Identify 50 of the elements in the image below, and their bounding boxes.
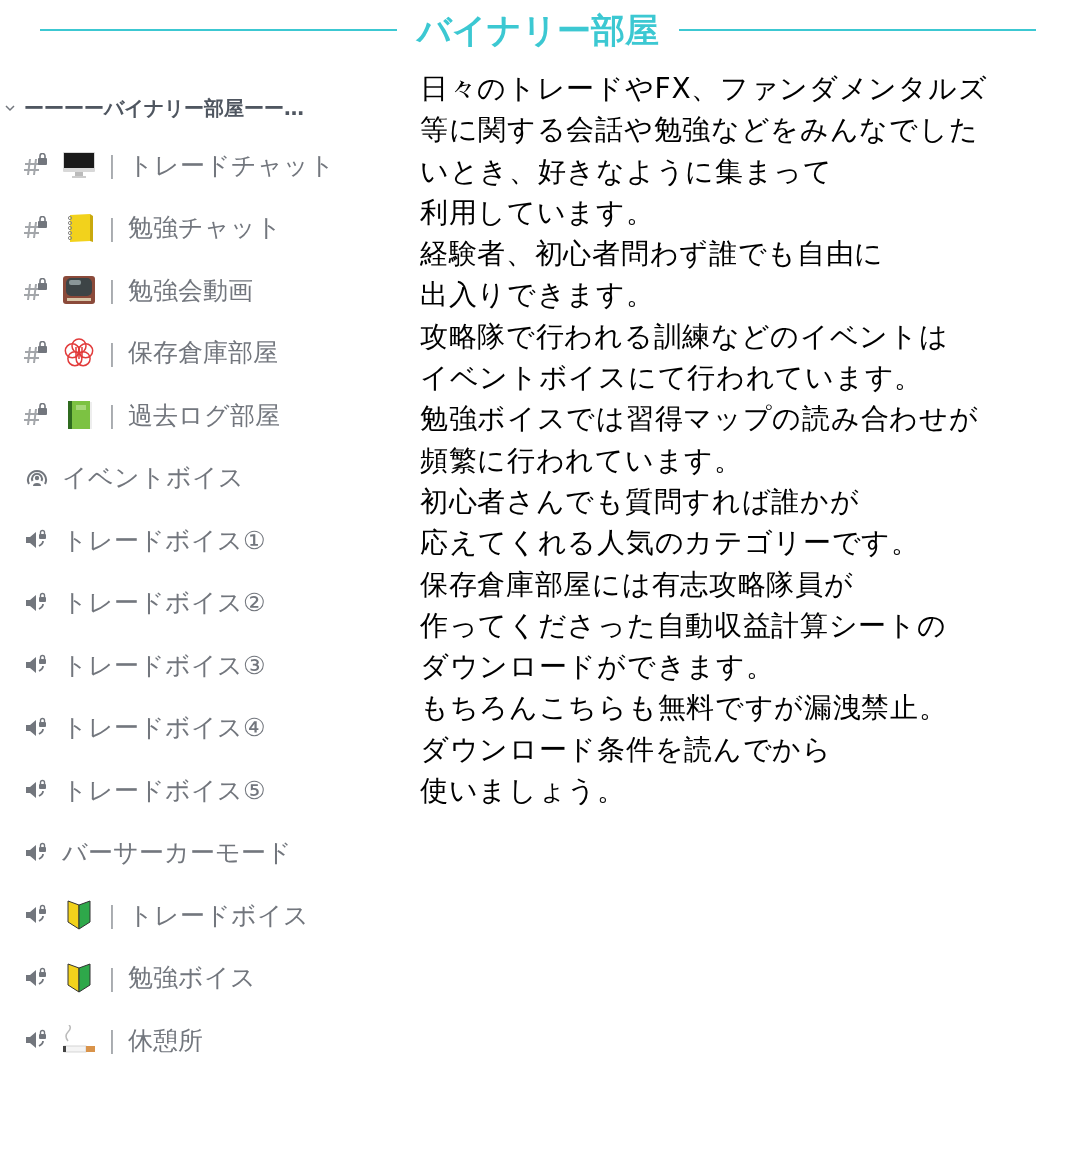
locked-channel-icon [24,278,50,303]
separator: ｜ [100,900,124,932]
category-header[interactable]: ーーーーバイナリー部屋ーー… [4,88,380,128]
channel-item[interactable]: ｜ トレードチャット [24,134,380,197]
channel-item[interactable]: ｜ 保存倉庫部屋 [24,321,380,384]
separator: ｜ [100,400,124,432]
description-text: 日々のトレードやFX、ファンダメンタルズ 等に関する会話や勉強などをみんなでした いとき、好きなように集まって 利用しています。 経験者、初心者問わず誰でも自由に 出入りできます。 攻略隊で行われる訓練などのイベントは イベントボイスにて行われています。 勉強ボイスでは習得マップの読み合わせが 頻繁に行われています。 初心者さんでも質問すれば誰かが 応えてくれる人気のカテゴリーです。 保存倉庫部屋には有志攻略隊員が 作ってくださった自動収益計算シートの ダウンロードができます。 もちろんこちらも無料ですが漏洩禁止。 ダウンロード条件を読んでから 使いましょう。 [419,71,988,810]
locked-channel-icon [24,153,50,178]
channel-name: 保存倉庫部屋 [128,337,278,369]
page-title: バイナリー部屋 [417,9,659,52]
channel-name: トレードボイス① [62,524,266,557]
locked-channel-icon [24,403,50,428]
channel-item[interactable]: ｜ 勉強チャット [24,196,380,259]
channel-name: トレードボイス [128,899,309,932]
channel-item[interactable]: ｜ 勉強ボイス [24,946,380,1009]
television-icon [62,275,96,306]
channel-item[interactable]: ｜ トレードボイス [24,884,380,947]
monitor-icon [62,150,96,181]
separator: ｜ [100,212,124,244]
channel-item[interactable]: ｜ 過去ログ部屋 [24,384,380,447]
channel-item[interactable]: トレードボイス① [24,509,380,572]
cigarette-icon [62,1025,96,1056]
channel-item[interactable]: トレードボイス③ [24,634,380,697]
channel-name: 勉強会動画 [128,274,253,307]
separator: ｜ [100,150,124,182]
channel-item[interactable]: トレードボイス② [24,571,380,634]
channel-item[interactable]: トレードボイス④ [24,696,380,759]
flower-stamp-icon [62,337,96,368]
channel-item[interactable]: トレードボイス⑤ [24,759,380,822]
channel-name: 勉強チャット [128,212,282,244]
channel-name: イベントボイス [62,462,244,494]
channel-name: 勉強ボイス [128,962,256,994]
separator: ｜ [100,1025,124,1057]
channel-name: 休憩所 [128,1024,203,1057]
channel-item[interactable]: ｜ 勉強会動画 [24,259,380,322]
channel-name: トレードボイス② [62,587,266,619]
locked-channel-icon [24,215,50,240]
channel-item[interactable]: イベントボイス [24,446,380,509]
separator: ｜ [100,275,124,307]
channel-item[interactable]: ｜ 休憩所 [24,1009,380,1072]
channel-item[interactable]: バーサーカーモード [24,821,380,884]
channel-name: トレードボイス⑤ [62,774,266,807]
channel-name: 過去ログ部屋 [128,399,280,432]
locked-channel-icon [24,340,50,365]
separator: ｜ [100,337,124,369]
channel-name: トレードボイス④ [62,712,266,744]
channel-name: トレードチャット [128,149,335,182]
channel-name: トレードボイス③ [62,649,266,682]
channel-name: バーサーカーモード [62,837,292,869]
separator: ｜ [100,962,124,994]
